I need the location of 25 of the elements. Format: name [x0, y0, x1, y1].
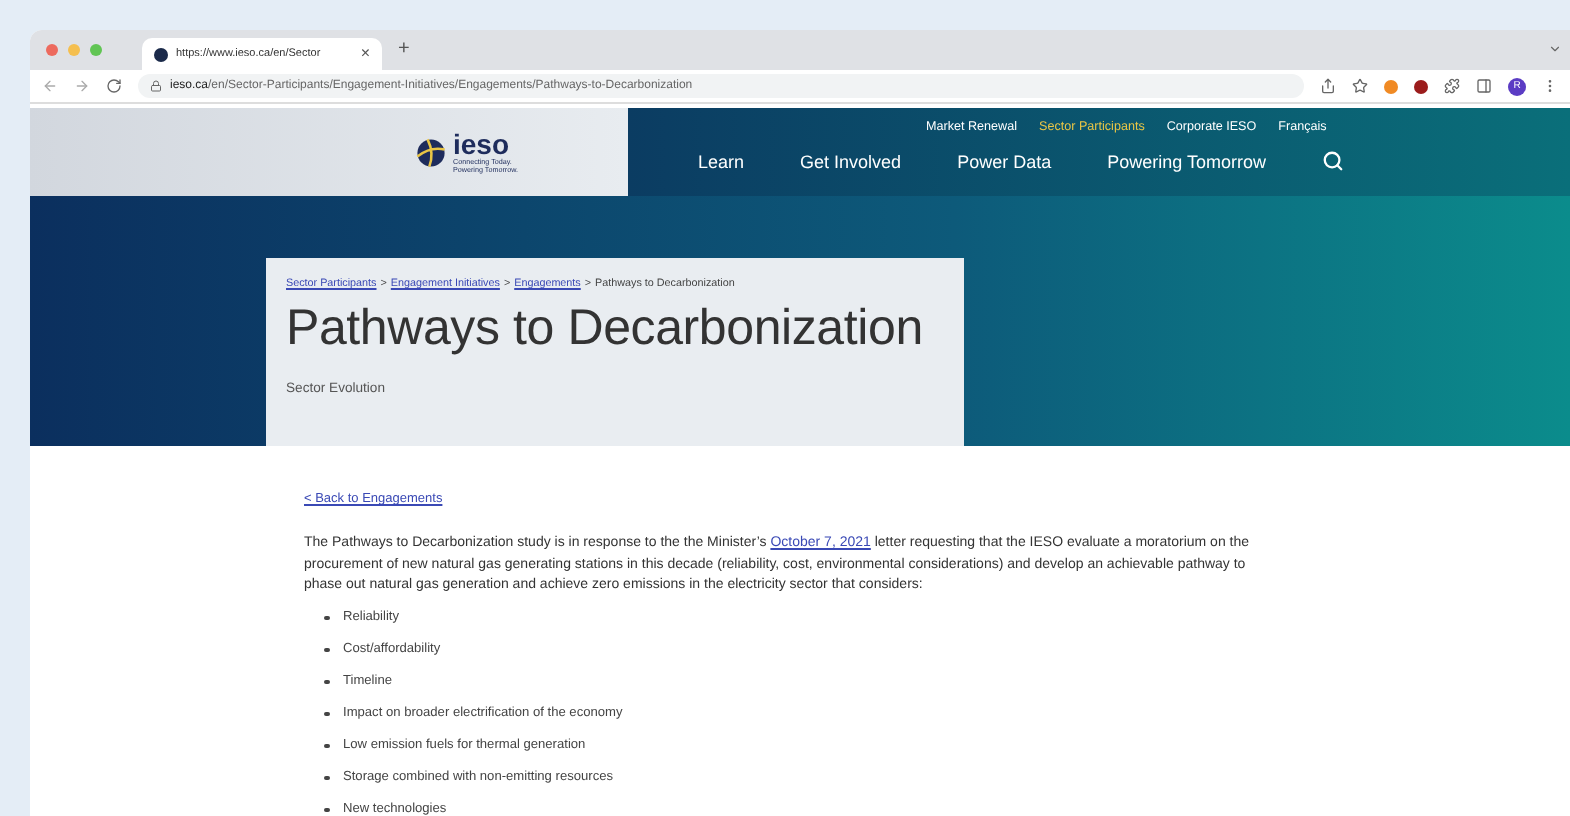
- nav-link[interactable]: Powering Tomorrow: [1107, 151, 1266, 171]
- bullet-icon: [324, 807, 329, 813]
- bullet-icon: [324, 679, 329, 685]
- logo-text: ieso: [453, 129, 510, 158]
- page-title: Pathways to Decarbonization: [286, 300, 925, 358]
- bullet-icon: [324, 743, 329, 749]
- nav-link[interactable]: Power Data: [957, 151, 1052, 171]
- nav-link[interactable]: Learn: [698, 151, 745, 171]
- lock-icon: [150, 80, 162, 92]
- share-icon[interactable]: [1320, 78, 1336, 94]
- nav-link[interactable]: Get Involved: [800, 151, 902, 171]
- bullet-icon: [324, 615, 329, 621]
- side-panel-icon[interactable]: [1476, 78, 1492, 94]
- puzzle-icon[interactable]: [1444, 78, 1460, 94]
- globe-logo-icon: [413, 135, 447, 169]
- star-icon[interactable]: [1352, 78, 1368, 94]
- search-icon[interactable]: [1321, 150, 1344, 172]
- new-tab-button[interactable]: +: [398, 40, 410, 60]
- tab-close-button[interactable]: ×: [360, 46, 370, 62]
- bullet-icon: [324, 775, 329, 781]
- bullet-icon: [324, 711, 329, 717]
- reload-icon[interactable]: [106, 78, 122, 94]
- bullet-icon: [324, 647, 329, 653]
- extension-icon[interactable]: [1414, 79, 1428, 93]
- chevron-down-icon[interactable]: [1548, 42, 1562, 56]
